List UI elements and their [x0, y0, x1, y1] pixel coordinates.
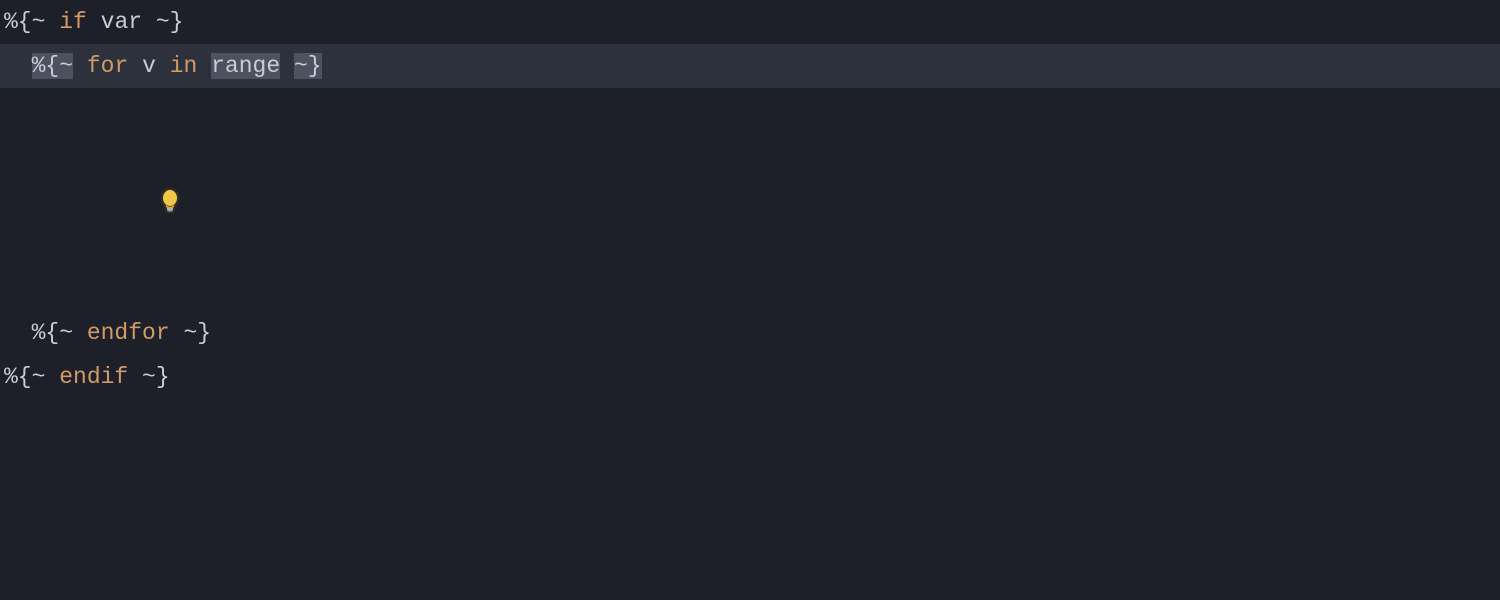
keyword-if: if: [59, 9, 87, 35]
code-line[interactable]: %{~ endif ~}: [0, 355, 1500, 399]
indent: [4, 53, 32, 79]
spacer: [87, 9, 101, 35]
template-delim-close: ~}: [170, 320, 211, 346]
spacer: [156, 53, 170, 79]
code-line[interactable]: %{~ endfor ~}: [0, 311, 1500, 355]
template-delim-open-matched: %{~: [32, 53, 73, 79]
code-line-current[interactable]: %{~ for v in range ~}: [0, 44, 1500, 88]
keyword-endfor: endfor: [87, 320, 170, 346]
template-delim-open: %{~: [4, 9, 59, 35]
spacer: [197, 53, 211, 79]
template-delim-open: %{~: [32, 320, 87, 346]
code-line[interactable]: %{~ if var ~}: [0, 0, 1500, 44]
indent: [4, 320, 32, 346]
template-delim-close-matched: ~}: [294, 53, 322, 79]
code-line-bulb: [0, 88, 1500, 311]
spacer: [128, 53, 142, 79]
spacer: [73, 53, 87, 79]
keyword-endif: endif: [59, 364, 128, 390]
spacer: [280, 53, 294, 79]
template-delim-close: ~}: [142, 9, 183, 35]
template-delim-close: ~}: [128, 364, 169, 390]
keyword-for: for: [87, 53, 128, 79]
template-delim-open: %{~: [4, 364, 59, 390]
code-editor[interactable]: %{~ if var ~} %{~ for v in range ~} %{~ …: [0, 0, 1500, 399]
identifier: var: [101, 9, 142, 35]
keyword-in: in: [170, 53, 198, 79]
lightbulb-icon[interactable]: [77, 135, 180, 267]
identifier-range: range: [211, 53, 280, 79]
loop-var: v: [142, 53, 156, 79]
